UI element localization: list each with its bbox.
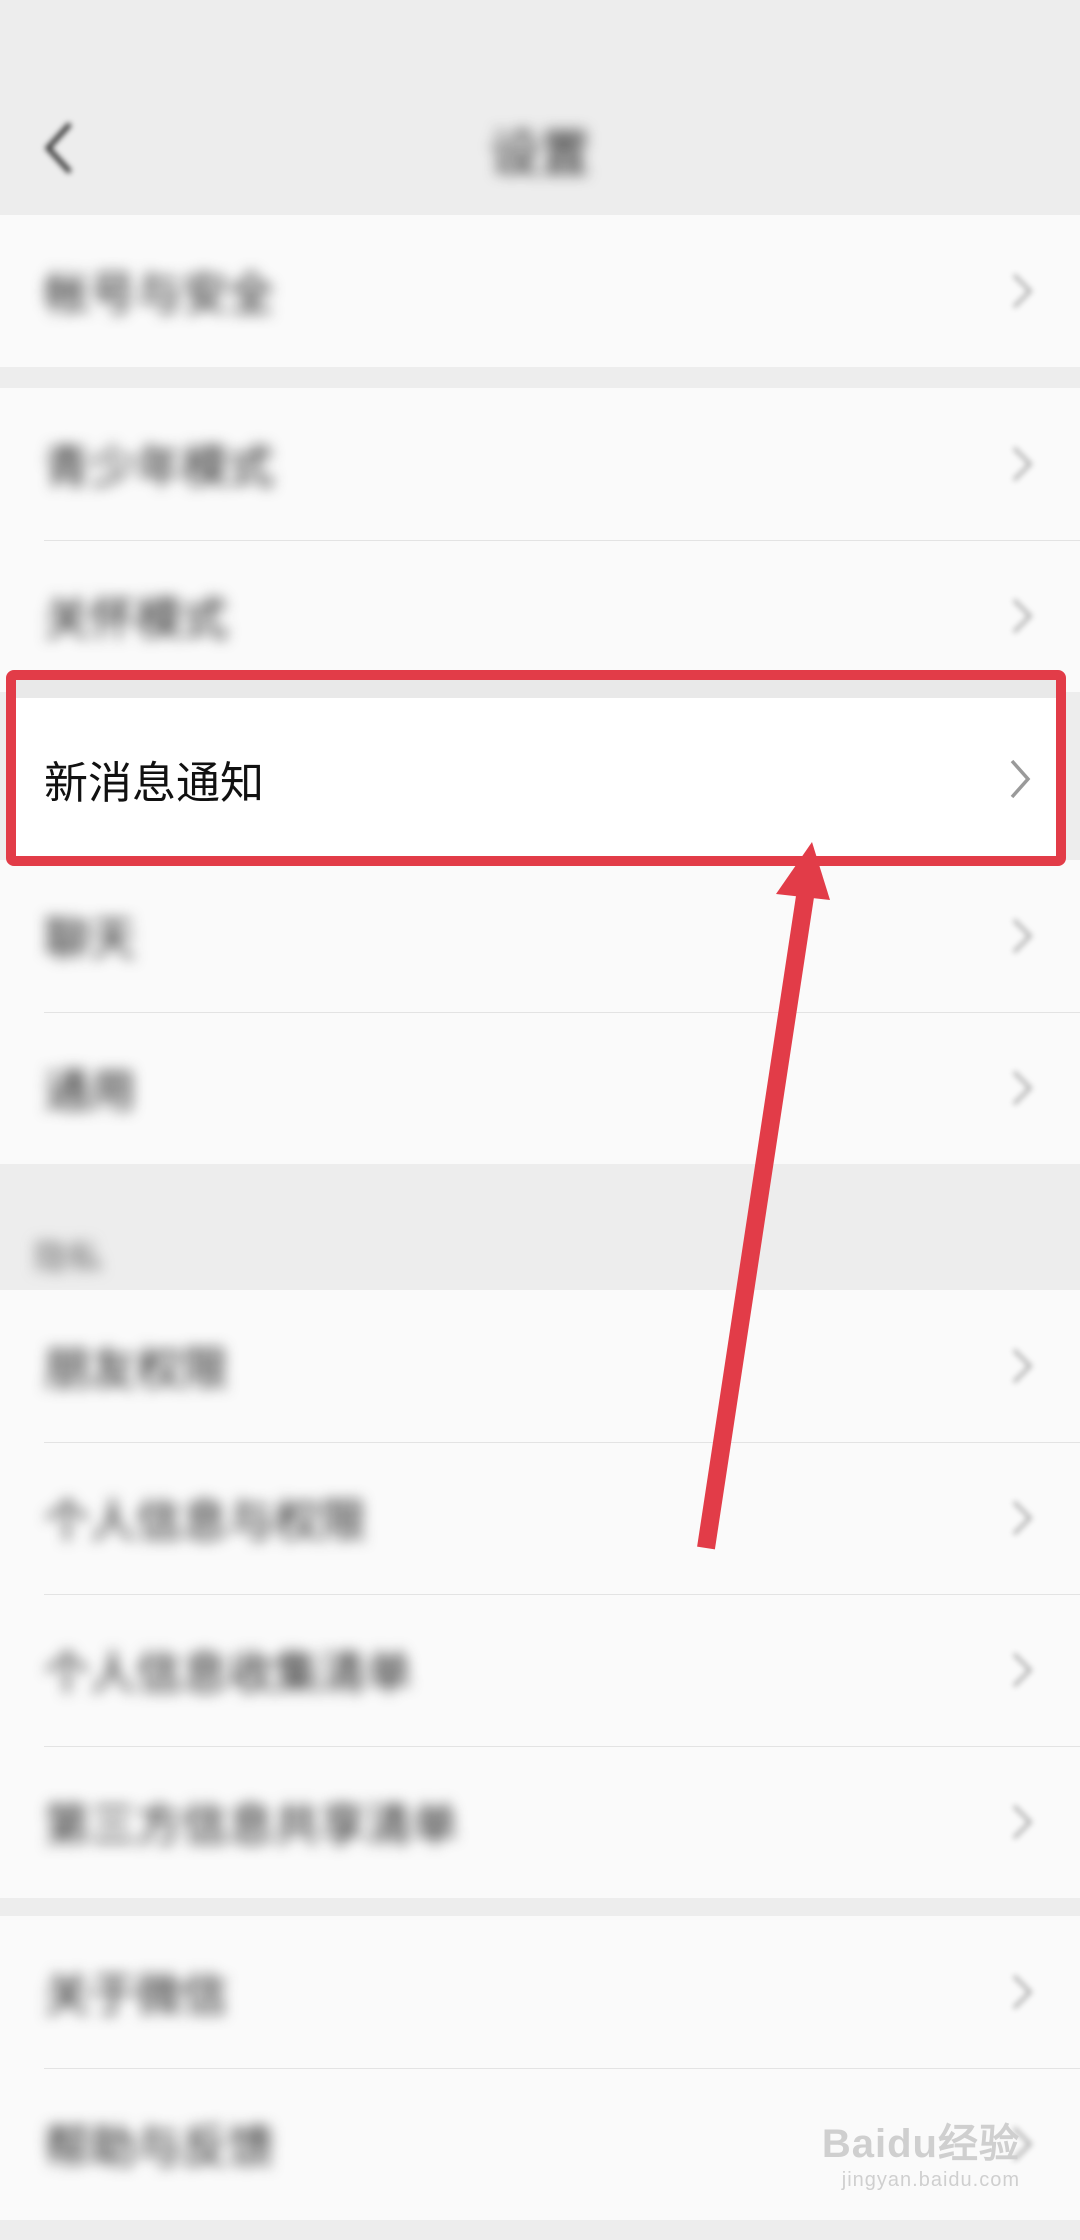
settings-row-info-collection[interactable]: 个人信息收集清单 — [0, 1594, 1080, 1746]
chevron-right-icon — [1012, 446, 1033, 482]
row-label: 第三方信息共享清单 — [44, 1799, 458, 1851]
settings-row-personal-info[interactable]: 个人信息与权限 — [0, 1442, 1080, 1594]
watermark-baidu-jingyan: Baidu经验 jingyan.baidu.com — [822, 2111, 1020, 2192]
settings-row-chat[interactable]: 聊天 — [0, 860, 1080, 1012]
page-title: 设置 — [490, 126, 590, 182]
chevron-right-icon — [1012, 1804, 1033, 1840]
row-label: 个人信息收集清单 — [44, 1647, 412, 1699]
status-bar — [0, 0, 1080, 80]
watermark-url: jingyan.baidu.com — [841, 2169, 1020, 2191]
watermark-brand: Baidu经验 — [821, 2122, 1020, 2166]
row-label: 个人信息与权限 — [44, 1495, 366, 1547]
settings-screen: 设置 帐号与安全 青少年模式 关怀模式 聊天 通用 隐私 朋友权限 个人信息与权… — [0, 0, 1080, 2240]
settings-group-general: 聊天 通用 — [0, 860, 1080, 1164]
row-label: 关怀模式 — [44, 593, 228, 645]
settings-group-modes: 青少年模式 关怀模式 — [0, 388, 1080, 692]
row-label: 青少年模式 — [44, 441, 274, 493]
annotation-highlight-box — [6, 670, 1066, 866]
settings-row-general[interactable]: 通用 — [0, 1012, 1080, 1164]
row-label: 帮助与反馈 — [44, 2121, 274, 2173]
chevron-right-icon — [1012, 1500, 1033, 1536]
row-label: 关于微信 — [44, 1969, 228, 2021]
chevron-right-icon — [1012, 273, 1033, 309]
chevron-right-icon — [1012, 918, 1033, 954]
settings-row-friend-permissions[interactable]: 朋友权限 — [0, 1290, 1080, 1442]
chevron-right-icon — [1012, 1348, 1033, 1384]
settings-group-privacy: 朋友权限 个人信息与权限 个人信息收集清单 第三方信息共享清单 — [0, 1290, 1080, 1898]
chevron-right-icon — [1012, 1070, 1033, 1106]
settings-group-account: 帐号与安全 — [0, 215, 1080, 367]
settings-row-third-party-sharing[interactable]: 第三方信息共享清单 — [0, 1746, 1080, 1898]
chevron-right-icon — [1012, 598, 1033, 634]
row-label: 帐号与安全 — [44, 268, 274, 320]
row-label: 朋友权限 — [44, 1343, 228, 1395]
settings-row-account-security[interactable]: 帐号与安全 — [0, 215, 1080, 367]
row-label: 聊天 — [44, 913, 136, 965]
chevron-right-icon — [1012, 1974, 1033, 2010]
settings-row-teen-mode[interactable]: 青少年模式 — [0, 388, 1080, 540]
chevron-right-icon — [1012, 1652, 1033, 1688]
settings-row-about[interactable]: 关于微信 — [0, 1916, 1080, 2068]
row-label: 通用 — [44, 1065, 136, 1117]
section-header-label: 隐私 — [34, 1239, 102, 1277]
nav-header: 设置 — [0, 80, 1080, 210]
